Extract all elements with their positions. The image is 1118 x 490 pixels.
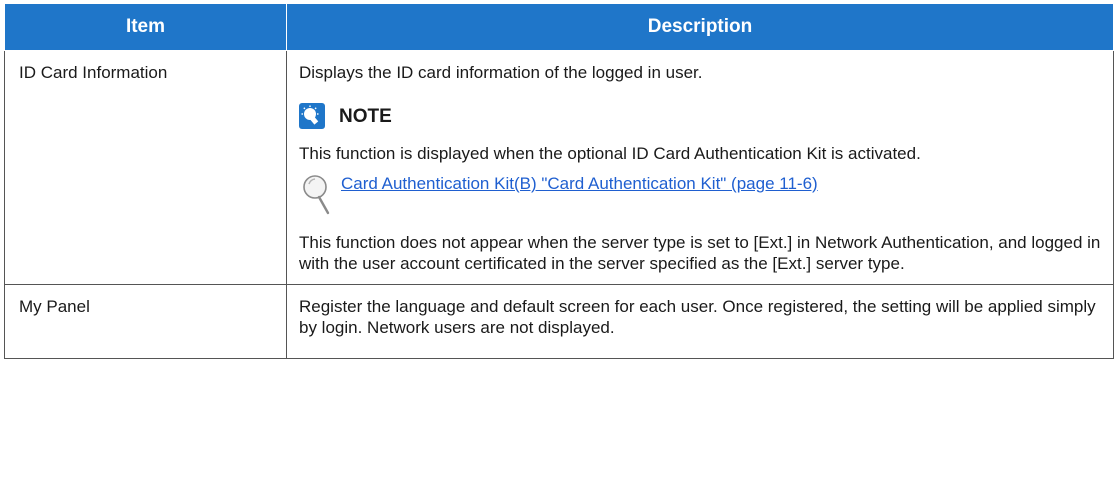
column-header-item: Item: [4, 3, 287, 51]
restriction-text: This function does not appear when the s…: [299, 233, 1101, 273]
column-header-description: Description: [286, 3, 1114, 51]
item-cell: My Panel: [4, 284, 287, 359]
description-text: Displays the ID card information of the …: [299, 63, 703, 82]
table-header-row: Item Description: [4, 3, 1114, 51]
description-text: Register the language and default screen…: [299, 297, 1096, 337]
settings-table: Item Description ID Card Information Dis…: [4, 3, 1114, 359]
lightbulb-icon: [299, 103, 325, 129]
note-text: This function is displayed when the opti…: [299, 144, 921, 163]
description-cell: Displays the ID card information of the …: [286, 50, 1114, 285]
note-label: NOTE: [339, 105, 392, 127]
table-row: My Panel Register the language and defau…: [4, 284, 1114, 359]
table-row: ID Card Information Displays the ID card…: [4, 50, 1114, 285]
reference-row: Card Authentication Kit(B) "Card Authent…: [299, 172, 1101, 220]
magnifier-icon: [299, 172, 331, 216]
note-heading: NOTE: [299, 101, 1101, 131]
item-name: ID Card Information: [19, 63, 168, 82]
description-cell: Register the language and default screen…: [286, 284, 1114, 359]
item-name: My Panel: [19, 297, 90, 316]
item-cell: ID Card Information: [4, 50, 287, 285]
reference-link[interactable]: Card Authentication Kit(B) "Card Authent…: [341, 173, 818, 194]
